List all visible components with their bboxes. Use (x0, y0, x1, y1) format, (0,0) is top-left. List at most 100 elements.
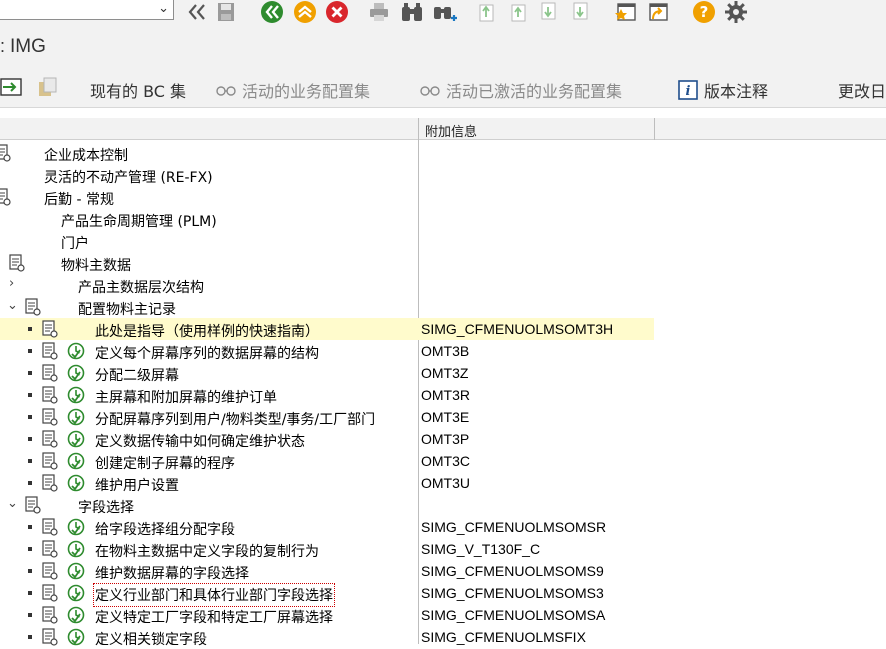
execute-activity-icon[interactable] (67, 628, 85, 646)
documentation-icon[interactable] (41, 364, 59, 382)
documentation-icon[interactable] (41, 540, 59, 558)
tree-node[interactable]: ⌄ 字段选择 (0, 494, 886, 516)
first-page-icon[interactable] (474, 0, 500, 24)
previous-page-icon[interactable] (506, 0, 532, 24)
tree-activity[interactable]: 定义相关锁定字段 SIMG_CFMENUOLMSFIX (0, 626, 886, 648)
create-session-icon[interactable] (612, 0, 640, 24)
tree-activity[interactable]: 定义特定工厂字段和特定工厂屏幕选择 SIMG_CFMENUOLMSOMSA (0, 604, 886, 626)
tree-node[interactable]: ⌄ 配置物料主记录 (0, 296, 886, 318)
documentation-icon[interactable] (41, 606, 59, 624)
exit-icon[interactable] (291, 0, 319, 24)
tree-activity[interactable]: 给字段选择组分配字段 SIMG_CFMENUOLMSOMSR (0, 516, 886, 538)
next-page-icon[interactable] (536, 0, 562, 24)
tree-activity[interactable]: 创建定制子屏幕的程序 OMT3C (0, 450, 886, 472)
tree-activity[interactable]: 主屏幕和附加屏幕的维护订单 OMT3R (0, 384, 886, 406)
execute-activity-icon[interactable] (67, 386, 85, 404)
info-icon: i (678, 80, 698, 100)
documentation-icon[interactable] (41, 584, 59, 602)
documentation-icon[interactable] (41, 562, 59, 580)
execute-activity-icon[interactable] (67, 584, 85, 602)
tree-node-info: SIMG_CFMENUOLMSOMSA (421, 607, 606, 623)
bullet (28, 459, 32, 463)
documentation-icon[interactable] (24, 298, 42, 316)
tree-node-label: 定义数据传输中如何确定维护状态 (95, 434, 305, 450)
tree-activity[interactable]: 维护用户设置 OMT3U (0, 472, 886, 494)
documentation-icon[interactable] (41, 430, 59, 448)
execute-activity-icon[interactable] (67, 606, 85, 624)
execute-activity-icon[interactable] (67, 364, 85, 382)
documentation-icon[interactable] (41, 342, 59, 360)
find-next-icon[interactable] (430, 0, 460, 24)
tree-activity[interactable]: 分配二级屏幕 OMT3Z (0, 362, 886, 384)
tree-node-info: SIMG_CFMENUOLMSOMS3 (421, 585, 604, 601)
command-field[interactable]: ⌄ (0, 0, 174, 20)
documentation-icon[interactable] (41, 408, 59, 426)
current-bc-sets-button[interactable]: 现有的 BC 集 (90, 78, 186, 102)
tree-activity[interactable]: 在物料主数据中定义字段的复制行为 SIMG_V_T130F_C (0, 538, 886, 560)
execute-activity-icon[interactable] (67, 452, 85, 470)
documentation-icon[interactable] (24, 496, 42, 514)
bullet (28, 393, 32, 397)
documentation-icon[interactable] (41, 518, 59, 536)
execute-activity-icon[interactable] (67, 408, 85, 426)
documentation-icon[interactable] (41, 386, 59, 404)
tree-activity[interactable]: 定义每个屏幕序列的数据屏幕的结构 OMT3B (0, 340, 886, 362)
tree-node[interactable]: 产品生命周期管理 (PLM) (0, 208, 886, 230)
chevron-down-icon[interactable]: ⌄ (158, 1, 169, 16)
documentation-icon[interactable] (41, 320, 59, 338)
execute-activity-icon[interactable] (67, 430, 85, 448)
release-notes-button[interactable]: i 版本注释 (678, 78, 768, 102)
chevron-down-icon[interactable]: ⌄ (7, 298, 18, 313)
tree-node[interactable]: › 产品主数据层次结构 (0, 274, 886, 296)
help-icon[interactable]: ? (690, 0, 718, 24)
execute-activity-icon[interactable] (67, 342, 85, 360)
last-page-icon[interactable] (568, 0, 596, 24)
find-icon[interactable] (398, 0, 426, 24)
double-chevron-left-icon[interactable] (184, 0, 210, 24)
chevron-down-icon[interactable]: ⌄ (7, 496, 18, 511)
shortcut-icon[interactable] (644, 0, 672, 24)
bullet (28, 635, 32, 639)
tree-node-label: 字段选择 (78, 500, 134, 516)
active-bc-set-button[interactable]: 活动的业务配置集 (216, 78, 370, 102)
tree-node[interactable]: 后勤 - 常规 (0, 186, 886, 208)
tree-node[interactable]: 门户 (0, 230, 886, 252)
tree-node[interactable]: 物料主数据 (0, 252, 886, 274)
documentation-icon[interactable] (8, 254, 26, 272)
tree-activity[interactable]: 定义行业部门和具体行业部门字段选择 SIMG_CFMENUOLMSOMS3 (0, 582, 886, 607)
bullet (28, 525, 32, 529)
tree-node-info: SIMG_CFMENUOLMSOMS9 (421, 563, 604, 579)
execute-activity-icon[interactable] (67, 540, 85, 558)
documentation-icon[interactable] (0, 144, 12, 162)
documentation-icon[interactable] (41, 452, 59, 470)
activated-bc-set-button[interactable]: 活动已激活的业务配置集 (420, 78, 622, 102)
tree-activity[interactable]: 分配屏幕序列到用户/物料类型/事务/工厂部门 OMT3E (0, 406, 886, 428)
glasses-icon (420, 86, 440, 96)
column-divider[interactable] (654, 118, 655, 140)
tree-activity[interactable]: 维护数据屏幕的字段选择 SIMG_CFMENUOLMSOMS9 (0, 560, 886, 582)
column-divider[interactable] (418, 118, 419, 140)
bullet (28, 371, 32, 375)
gear-icon[interactable] (722, 0, 750, 24)
change-log-button[interactable]: 更改日 (838, 78, 886, 102)
expand-icon[interactable] (0, 77, 22, 97)
tree-node[interactable]: 灵活的不动产管理 (RE-FX) (0, 164, 886, 186)
save-icon[interactable] (213, 0, 239, 24)
execute-activity-icon[interactable] (67, 518, 85, 536)
documentation-icon[interactable] (41, 474, 59, 492)
documentation-icon[interactable] (41, 628, 59, 646)
print-icon[interactable] (366, 0, 392, 24)
tree-node[interactable]: 企业成本控制 (0, 142, 886, 164)
svg-text:?: ? (700, 3, 709, 21)
tree-node-info: OMT3U (421, 475, 470, 491)
documentation-icon[interactable] (0, 188, 12, 206)
cancel-icon[interactable] (323, 0, 351, 24)
tree-node-selected[interactable]: 此处是指导（使用样例的快速指南） SIMG_CFMENUOLMSOMT3H (0, 318, 886, 340)
tree-node-label: 后勤 - 常规 (44, 192, 114, 208)
tree-activity[interactable]: 定义数据传输中如何确定维护状态 OMT3P (0, 428, 886, 450)
execute-activity-icon[interactable] (67, 474, 85, 492)
back-icon[interactable] (258, 0, 286, 24)
execute-activity-icon[interactable] (67, 562, 85, 580)
clipboard-icon[interactable] (36, 76, 58, 98)
chevron-right-icon[interactable]: › (9, 276, 14, 291)
